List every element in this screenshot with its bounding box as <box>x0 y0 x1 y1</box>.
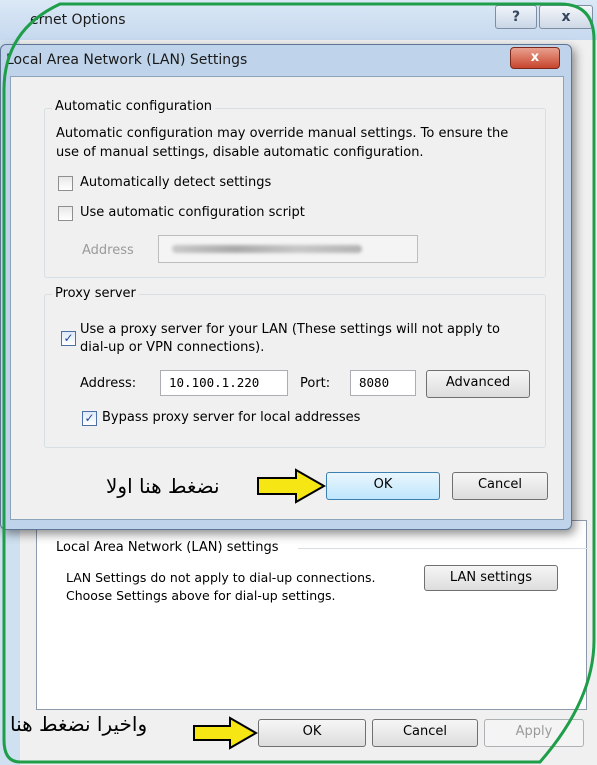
yellow-arrow-icon <box>257 468 326 504</box>
lan-dialog-cancel-button[interactable]: Cancel <box>452 472 548 500</box>
apply-button[interactable]: Apply <box>484 719 584 747</box>
auto-config-script-label[interactable]: Use automatic configuration script <box>80 205 305 220</box>
use-proxy-label[interactable]: Use a proxy server for your LAN (These s… <box>80 322 500 337</box>
auto-detect-checkbox[interactable] <box>58 176 73 191</box>
proxy-server-label: Proxy server <box>52 286 139 301</box>
lan-settings-description: Choose Settings above for dial-up settin… <box>66 588 336 603</box>
lan-dialog-close-button[interactable]: x <box>510 47 560 69</box>
blurred-address-value <box>172 245 362 253</box>
group-divider <box>298 548 588 549</box>
lan-dialog-title: Local Area Network (LAN) Settings <box>6 52 248 68</box>
internet-options-ok-button[interactable]: OK <box>258 719 366 747</box>
use-proxy-checkbox[interactable]: ✓ <box>61 331 76 346</box>
internet-options-close-button[interactable]: x <box>539 5 593 29</box>
proxy-address-label: Address: <box>80 376 137 391</box>
help-button[interactable]: ? <box>495 5 537 29</box>
use-proxy-label[interactable]: dial-up or VPN connections). <box>80 340 264 355</box>
automatic-configuration-description: use of manual settings, disable automati… <box>56 145 424 160</box>
internet-options-cancel-button[interactable]: Cancel <box>372 719 478 747</box>
lan-settings-button[interactable]: LAN settings <box>424 565 558 591</box>
yellow-arrow-icon <box>193 716 258 750</box>
annotation-click-last: واخيرا نضغط هنا <box>10 712 148 736</box>
lan-dialog-ok-button[interactable]: OK <box>326 472 440 500</box>
automatic-configuration-label: Automatic configuration <box>52 99 216 114</box>
auto-config-script-checkbox[interactable] <box>58 206 73 221</box>
bypass-local-checkbox[interactable]: ✓ <box>82 411 97 426</box>
automatic-configuration-description: Automatic configuration may override man… <box>56 126 509 141</box>
advanced-button[interactable]: Advanced <box>426 370 530 398</box>
lan-settings-description: LAN Settings do not apply to dial-up con… <box>66 570 376 585</box>
script-address-label: Address <box>82 243 134 258</box>
proxy-port-input[interactable]: 8080 <box>350 370 416 396</box>
lan-settings-group-label: Local Area Network (LAN) settings <box>56 540 279 555</box>
auto-detect-label[interactable]: Automatically detect settings <box>80 175 271 190</box>
proxy-port-label: Port: <box>300 376 331 391</box>
internet-options-title: ernet Options <box>30 12 126 28</box>
annotation-click-first: نضغط هنا اولا <box>106 474 220 498</box>
proxy-address-input[interactable]: 10.100.1.220 <box>160 370 288 396</box>
bypass-local-label[interactable]: Bypass proxy server for local addresses <box>102 410 360 425</box>
